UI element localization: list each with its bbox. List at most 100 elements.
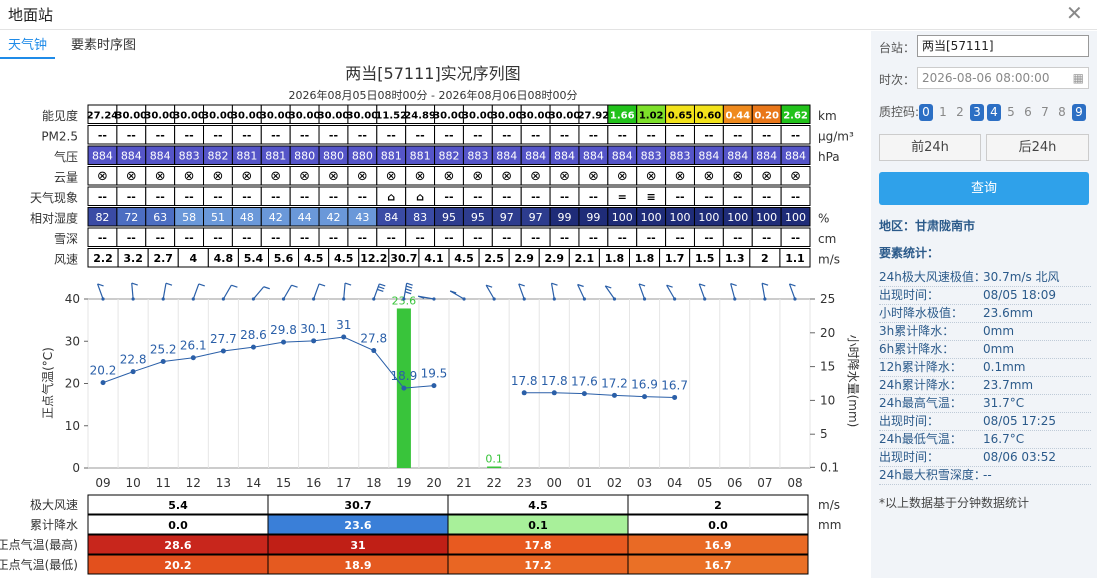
table-cell-value: 2 (761, 252, 769, 265)
table-cell-value: 2.1 (575, 252, 595, 265)
temperature-point (311, 338, 317, 344)
prev-24h-button[interactable]: 前24h (879, 134, 981, 161)
wind-barb-dot (402, 297, 406, 301)
table-cell-value: 27.92 (578, 111, 610, 122)
table-cell-value: -- (675, 191, 684, 204)
summary-value: 17.2 (524, 559, 551, 572)
table-cell-value: 24.89 (404, 111, 436, 122)
station-input[interactable]: 两当[57111] (917, 35, 1089, 57)
hour-label: 21 (456, 476, 471, 490)
table-cell-value: -- (473, 191, 482, 204)
table-cell-value: 884 (121, 150, 142, 163)
table-cell-value: 97 (500, 211, 514, 224)
temperature-point (341, 334, 347, 340)
wind-barb-dot (582, 297, 586, 301)
tab-weather-clock[interactable]: 天气钟 (0, 35, 56, 59)
tab-element-timeseries[interactable]: 要素时序图 (63, 35, 144, 59)
table-cell-value: -- (185, 191, 194, 204)
table-cell-value: 2.5 (484, 252, 504, 265)
wind-barb-dot (281, 297, 286, 301)
wind-barb (343, 283, 346, 300)
time-input[interactable]: 2026-08-06 08:00:00 ▦ (917, 67, 1089, 89)
wind-barb (638, 283, 646, 300)
table-cell-value: 48 (240, 211, 254, 224)
table-cell-value: -- (242, 191, 251, 204)
table-cell-value: ⊗ (328, 169, 339, 184)
wind-barb (252, 286, 265, 300)
qc-code[interactable]: 9 (1072, 104, 1086, 121)
table-cell-value: ⊗ (588, 169, 599, 184)
summary-value: 18.9 (344, 559, 371, 572)
left-tick-label: 40 (65, 292, 80, 306)
temperature-point (672, 394, 678, 400)
qc-code[interactable]: 1 (936, 104, 950, 121)
table-cell-value: ⊗ (299, 169, 310, 184)
wind-barb (222, 284, 232, 300)
qc-code[interactable]: 8 (1055, 104, 1069, 121)
table-cell-value: 1.66 (610, 111, 635, 122)
table-cell-value: 884 (785, 150, 806, 163)
table-cell-value: 880 (352, 150, 373, 163)
temperature-point (431, 383, 437, 389)
wind-barb-dot (312, 297, 316, 301)
stat-value: 23.6mm (983, 306, 1034, 320)
hour-label: 06 (727, 476, 742, 490)
table-cell-value: ⊗ (472, 169, 483, 184)
qc-code[interactable]: 0 (919, 104, 933, 121)
qc-code[interactable]: 5 (1004, 104, 1018, 121)
wind-barb (788, 283, 796, 300)
temperature-point (371, 348, 377, 354)
table-cell-value: 100 (670, 211, 691, 224)
table-cell-value: ⊗ (357, 169, 368, 184)
table-cell-value: -- (156, 232, 165, 245)
summary-unit: m/s (818, 498, 840, 512)
table-cell-value: 99 (558, 211, 572, 224)
table-cell-value: ⊗ (415, 169, 426, 184)
temperature-label: 29.8 (270, 323, 297, 337)
wind-barb-dot (372, 297, 376, 301)
table-cell-value: 27.24 (87, 111, 119, 122)
chart-title: 两当[57111]实况序列图 (345, 64, 520, 83)
next-24h-button[interactable]: 后24h (986, 134, 1089, 161)
wind-barb-dot (161, 297, 165, 301)
row-label: 云量 (54, 171, 78, 185)
table-cell-value: 3.2 (123, 252, 143, 265)
table-cell-value: ⊗ (732, 169, 743, 184)
query-button[interactable]: 查询 (879, 172, 1089, 205)
table-cell-value: 100 (785, 211, 806, 224)
close-icon[interactable]: ✕ (1066, 3, 1083, 23)
table-cell-value: ⊗ (617, 169, 628, 184)
qc-code[interactable]: 3 (970, 104, 984, 121)
table-cell-value: -- (733, 191, 742, 204)
table-cell-value: 1.7 (665, 252, 685, 265)
table-cell-value: -- (127, 129, 136, 142)
table-cell-value: 883 (179, 150, 200, 163)
stat-row: 24h最高气温： 31.7°C (879, 395, 1091, 413)
table-cell-value: -- (589, 191, 598, 204)
table-cell-value: -- (329, 191, 338, 204)
summary-value: 5.4 (168, 499, 188, 512)
table-cell-value: 30.00 (462, 111, 494, 122)
qc-code[interactable]: 7 (1038, 104, 1052, 121)
wind-barb-flag (405, 288, 412, 292)
qc-code[interactable]: 6 (1021, 104, 1035, 121)
row-label: 风速 (54, 253, 78, 267)
table-cell-value: 4.1 (424, 252, 444, 265)
table-cell-value: 884 (756, 150, 777, 163)
table-cell-value: -- (387, 232, 396, 245)
calendar-icon[interactable]: ▦ (1073, 68, 1084, 88)
table-cell-value: -- (300, 232, 309, 245)
wind-barb-flag (404, 291, 412, 295)
row-label: 气压 (54, 149, 78, 164)
temperature-label: 27.8 (360, 332, 387, 346)
stat-key: 小时降水极值： (879, 306, 964, 320)
stat-value: 23.7mm (983, 378, 1034, 392)
temperature-label: 28.6 (240, 328, 267, 342)
table-cell-value: 2.7 (153, 252, 173, 265)
table-cell-value: -- (473, 232, 482, 245)
qc-code[interactable]: 2 (953, 104, 967, 121)
qc-code[interactable]: 4 (987, 104, 1001, 121)
temperature-label: 22.8 (120, 353, 147, 367)
table-cell-value: ⊗ (646, 169, 657, 184)
temperature-point (281, 339, 287, 345)
